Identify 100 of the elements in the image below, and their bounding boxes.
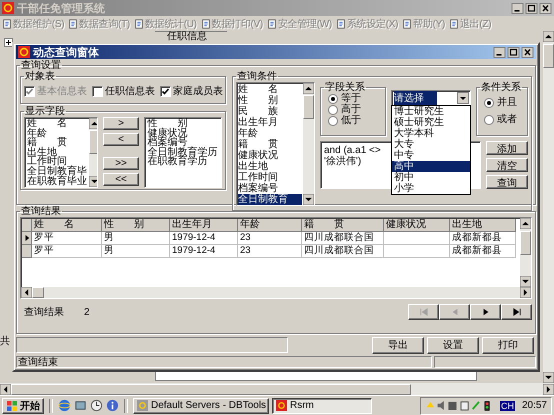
scroll-right-arrow-icon[interactable] bbox=[520, 287, 531, 298]
action-button[interactable]: 添加 bbox=[486, 141, 528, 155]
list-item[interactable]: 健康状况 bbox=[238, 150, 302, 161]
emblem-icon bbox=[2, 2, 14, 14]
column-header[interactable]: 出生地 bbox=[450, 219, 516, 232]
field-list[interactable]: 姓 名 年龄 籍 贯 出生地 工作时间 全日制教育毕 在职教育毕业 bbox=[24, 117, 98, 188]
scroll-down-arrow-icon[interactable] bbox=[89, 176, 97, 187]
list-item[interactable]: 全日制教育毕 bbox=[27, 166, 87, 177]
scroll-down-arrow-icon[interactable] bbox=[543, 372, 554, 383]
scroll-thumb[interactable] bbox=[32, 287, 44, 298]
list-item[interactable]: 档案编号 bbox=[147, 138, 219, 148]
list-item[interactable]: 民 族 bbox=[238, 106, 302, 117]
list-item[interactable]: 姓 名 bbox=[27, 119, 87, 129]
list-item[interactable]: 全日制教育 bbox=[238, 194, 302, 205]
close-icon[interactable] bbox=[539, 2, 552, 14]
scroll-down-arrow-icon[interactable] bbox=[303, 194, 314, 205]
skip-to-start-icon bbox=[418, 308, 428, 316]
radio-button[interactable]: 高于 bbox=[324, 104, 382, 115]
list-item[interactable]: 出生地 bbox=[238, 161, 302, 172]
scrollbar[interactable] bbox=[520, 218, 531, 287]
list-item[interactable]: 工作时间 bbox=[27, 157, 87, 167]
list-item[interactable]: 在职教育学历 bbox=[147, 157, 219, 167]
next-record-button[interactable] bbox=[470, 304, 501, 320]
list-item[interactable]: 全日制教育学历 bbox=[147, 148, 219, 158]
minimize-icon[interactable] bbox=[493, 46, 506, 58]
scroll-up-arrow-icon[interactable] bbox=[89, 118, 97, 129]
minimize-icon[interactable] bbox=[511, 2, 524, 14]
list-item[interactable]: 工作时间 bbox=[238, 172, 302, 183]
checkbox[interactable]: 任职信息表 bbox=[92, 84, 155, 98]
list-item[interactable]: 健康状况 bbox=[147, 128, 219, 138]
radio-button[interactable]: 低于 bbox=[324, 115, 382, 126]
emblem-icon bbox=[137, 400, 148, 411]
action-button[interactable]: 查询 bbox=[486, 175, 528, 189]
scroll-thumb[interactable] bbox=[543, 44, 554, 68]
list-item[interactable]: 年龄 bbox=[238, 128, 302, 139]
scroll-right-arrow-icon[interactable] bbox=[543, 384, 554, 394]
scroll-thumb[interactable] bbox=[520, 231, 531, 255]
dropdown-option[interactable]: 初中 bbox=[392, 172, 470, 183]
list-item[interactable]: 性 别 bbox=[238, 95, 302, 106]
taskbar-button[interactable]: Rsrm bbox=[272, 398, 372, 414]
list-item[interactable]: 档案编号 bbox=[238, 183, 302, 194]
start-button[interactable]: 开始 bbox=[2, 398, 44, 414]
move-button[interactable]: >> bbox=[102, 157, 140, 170]
radio-button[interactable]: 并且 bbox=[480, 97, 524, 108]
dropdown-option[interactable]: 硕士研究生 bbox=[392, 117, 470, 128]
list-item[interactable]: 出生地 bbox=[27, 148, 87, 158]
last-record-button[interactable] bbox=[501, 304, 532, 320]
maximize-icon[interactable] bbox=[525, 2, 538, 14]
list-item[interactable]: 籍 贯 bbox=[27, 138, 87, 148]
column-header[interactable]: 性 别 bbox=[102, 219, 170, 232]
maximize-icon[interactable] bbox=[507, 46, 520, 58]
dropdown-option[interactable]: 高中 bbox=[392, 161, 470, 172]
column-header[interactable]: 年龄 bbox=[238, 219, 302, 232]
scroll-up-arrow-icon[interactable] bbox=[543, 31, 554, 42]
expand-icon[interactable] bbox=[4, 38, 13, 47]
action-button[interactable]: 打印 bbox=[482, 336, 534, 354]
close-icon[interactable] bbox=[521, 46, 534, 58]
list-item[interactable]: 性 别 bbox=[147, 119, 219, 129]
scroll-up-arrow-icon[interactable] bbox=[303, 83, 314, 94]
total-label: 共 bbox=[0, 334, 11, 348]
list-item[interactable]: 年龄 bbox=[27, 128, 87, 138]
value-dropdown[interactable]: 请选择 bbox=[391, 90, 471, 106]
dropdown-option[interactable]: 大专 bbox=[392, 139, 470, 150]
info-icon[interactable] bbox=[106, 399, 119, 412]
selected-field-list[interactable]: 性 别 健康状况 档案编号 全日制教育学历 在职教育学历 bbox=[144, 117, 222, 188]
column-header[interactable]: 姓 名 bbox=[32, 219, 102, 232]
scroll-down-arrow-icon[interactable] bbox=[520, 276, 531, 287]
dropdown-option[interactable]: 中专 bbox=[392, 150, 470, 161]
move-button[interactable]: > bbox=[102, 117, 140, 130]
dropdown-option[interactable]: 大学本科 bbox=[392, 128, 470, 139]
scrollbar[interactable] bbox=[303, 83, 314, 205]
action-button[interactable]: 清空 bbox=[486, 158, 528, 172]
radio-button[interactable]: 或者 bbox=[480, 114, 524, 125]
scrollbar[interactable] bbox=[543, 31, 554, 383]
clock-icon[interactable] bbox=[90, 399, 103, 412]
action-button[interactable]: 导出 bbox=[372, 336, 424, 354]
scroll-left-arrow-icon[interactable] bbox=[0, 384, 11, 394]
move-button[interactable]: < bbox=[102, 133, 140, 146]
dropdown-option[interactable]: 博士研究生 bbox=[392, 106, 470, 117]
list-item[interactable]: 姓 名 bbox=[238, 84, 302, 95]
taskbar-button[interactable]: Default Servers - DBTools bbox=[133, 398, 269, 414]
list-item[interactable]: 在职教育毕业 bbox=[27, 176, 87, 186]
input-method-indicator[interactable]: CH bbox=[500, 400, 515, 410]
list-item[interactable]: 籍 贯 bbox=[238, 139, 302, 150]
horizontal-scrollbar[interactable] bbox=[21, 287, 531, 298]
skip-to-end-icon bbox=[512, 308, 522, 316]
table-cell: 成都新都县 bbox=[450, 232, 516, 245]
globe-icon[interactable] bbox=[58, 399, 71, 412]
horizontal-scrollbar[interactable] bbox=[0, 383, 554, 395]
column-header[interactable]: 籍 贯 bbox=[302, 219, 384, 232]
move-button[interactable]: << bbox=[102, 173, 140, 186]
radio-button[interactable]: 等于 bbox=[324, 93, 382, 104]
column-header[interactable]: 出生年月 bbox=[170, 219, 238, 232]
scroll-left-arrow-icon[interactable] bbox=[21, 287, 32, 298]
scroll-up-arrow-icon[interactable] bbox=[520, 218, 531, 229]
field-list[interactable]: 姓 名 性 别 民 族 出生年月 年龄 籍 贯 健康状况 出生地 工作时间 档案编号 全日制教育 bbox=[236, 82, 315, 206]
checkbox[interactable]: 家庭成员表 bbox=[160, 84, 223, 98]
list-item[interactable]: 出生年月 bbox=[238, 117, 302, 128]
action-button[interactable]: 设置 bbox=[427, 336, 479, 354]
scrollbar[interactable] bbox=[89, 118, 97, 187]
